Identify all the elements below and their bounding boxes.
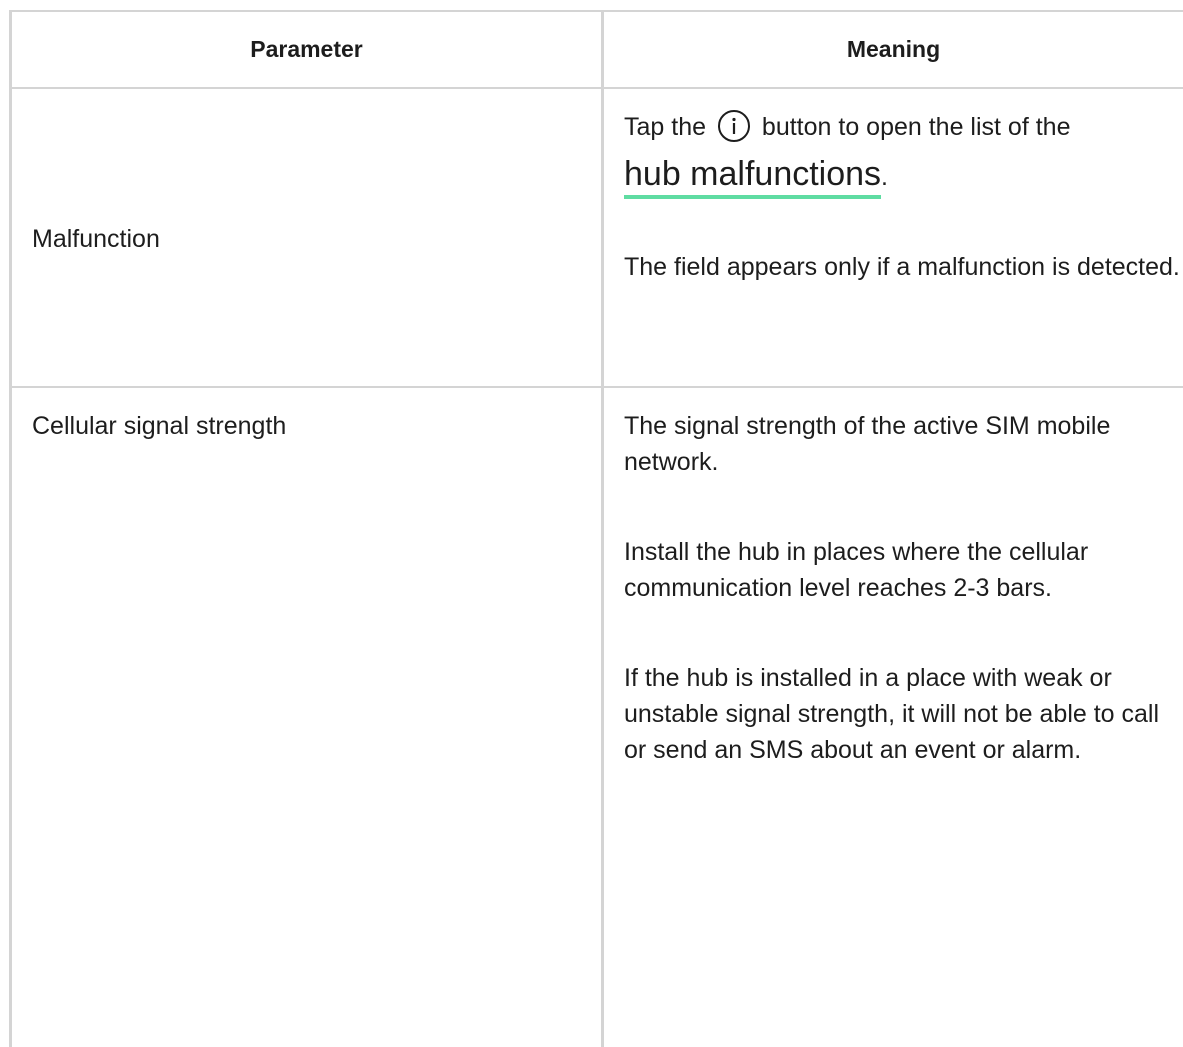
parameter-table: Parameter Meaning Malfunction Tap the bu… <box>0 0 1183 1047</box>
row-malfunction-parameter: Malfunction <box>32 225 160 253</box>
link-period: . <box>881 163 888 191</box>
column-divider <box>601 10 604 1047</box>
info-circle-icon <box>717 109 751 143</box>
header-divider <box>9 87 1183 89</box>
row-malfunction-note: The field appears only if a malfunction … <box>624 253 1180 281</box>
row-signal-parameter: Cellular signal strength <box>32 412 287 440</box>
hub-malfunctions-link[interactable]: hub malfunctions <box>624 155 882 199</box>
header-parameter: Parameter <box>250 36 363 62</box>
row-signal-meaning-p2: Install the hub in places where the cell… <box>624 538 1089 602</box>
tap-suffix-text: button to open the list of the <box>761 113 1071 141</box>
malfunctions-link-line: hub malfunctions. <box>624 151 1180 199</box>
row-signal-meaning-p3: If the hub is installed in a place with … <box>624 664 1160 764</box>
header-meaning: Meaning <box>846 36 941 62</box>
row-divider <box>9 386 1183 388</box>
row-malfunction-meaning-line: Tap the button to open the list of the <box>624 109 1180 145</box>
table-left-border <box>9 10 12 1047</box>
tap-prefix-text: Tap the <box>624 113 707 141</box>
row-signal-meaning-p1: The signal strength of the active SIM mo… <box>624 412 1111 476</box>
